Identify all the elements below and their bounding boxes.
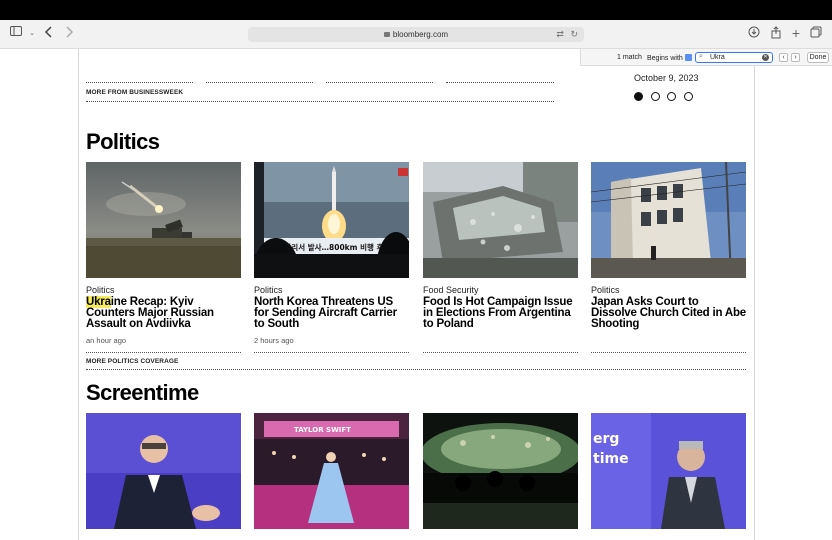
divider [326, 82, 433, 83]
find-query: Ukra [710, 54, 725, 61]
article-image[interactable]: erg time [591, 413, 746, 529]
divider [423, 352, 578, 353]
find-bar: 1 match Begins with ⌕ Ukra ✕ ‹ › Done [580, 49, 832, 66]
next-match-button[interactable]: › [791, 53, 800, 62]
article-headline[interactable]: Japan Asks Court to Dissolve Church Cite… [591, 296, 747, 330]
divider [591, 352, 746, 353]
browser-toolbar: ⌄ bloomberg.com ⇄ ↻ + [0, 20, 832, 49]
carousel-dot[interactable] [634, 92, 643, 101]
article-image[interactable] [86, 413, 241, 529]
divider [86, 369, 746, 370]
divider [206, 82, 313, 83]
article-image[interactable] [423, 162, 578, 278]
article-timestamp: an hour ago [86, 336, 127, 345]
article-kicker[interactable]: Politics [254, 285, 283, 295]
article-kicker[interactable]: Politics [86, 285, 115, 295]
chevron-down-icon [684, 54, 692, 61]
article-timestamp: 2 hours ago [254, 336, 294, 345]
page-frame-right [754, 49, 755, 540]
carousel-dot[interactable] [651, 92, 660, 101]
more-politics-coverage-link[interactable]: MORE POLITICS COVERAGE [86, 358, 179, 365]
article-image[interactable]: 북 동창리서 발사…800km 비행 후 추 [254, 162, 409, 278]
article-headline[interactable]: North Korea Threatens US for Sending Air… [254, 296, 410, 330]
menu-strip [0, 0, 832, 20]
tabs-overview-icon[interactable] [810, 26, 822, 42]
section-title-politics[interactable]: Politics [86, 129, 160, 155]
article-headline[interactable]: Food Is Hot Campaign Issue in Elections … [423, 296, 579, 330]
more-from-businessweek-link[interactable]: MORE FROM BUSINESSWEEK [86, 89, 183, 96]
carousel-dot[interactable] [667, 92, 676, 101]
downloads-icon[interactable] [748, 26, 762, 42]
translate-icon[interactable]: ⇄ [556, 29, 564, 39]
backdrop-text: time [593, 451, 629, 467]
divider [86, 101, 554, 102]
theatre-sign-text: TAYLOR SWIFT [294, 426, 351, 434]
url-text: bloomberg.com [392, 30, 449, 39]
match-mode-select[interactable]: Begins with [647, 54, 692, 62]
done-button[interactable]: Done [807, 52, 829, 63]
match-count: 1 match [617, 54, 642, 61]
reload-icon[interactable]: ↻ [570, 29, 578, 39]
article-kicker[interactable]: Food Security [423, 285, 479, 295]
previous-match-button[interactable]: ‹ [779, 53, 788, 62]
share-icon[interactable] [770, 26, 782, 42]
back-icon[interactable] [44, 26, 56, 42]
divider [446, 82, 554, 83]
article-kicker[interactable]: Politics [591, 285, 620, 295]
article-kicker[interactable] [86, 535, 89, 540]
address-bar[interactable]: bloomberg.com ⇄ ↻ [248, 27, 584, 42]
search-icon: ⌕ [699, 53, 703, 60]
article-headline[interactable]: Ukraine Recap: Kyiv Counters Major Russi… [86, 296, 242, 330]
web-page: MORE FROM BUSINESSWEEK October 9, 2023 P… [0, 49, 832, 540]
new-tab-icon[interactable]: + [790, 26, 802, 42]
article-image[interactable] [423, 413, 578, 529]
divider [86, 82, 193, 83]
clear-icon[interactable]: ✕ [762, 54, 769, 61]
page-frame-left [78, 49, 79, 540]
section-title-screentime[interactable]: Screentime [86, 380, 199, 406]
sidebar-toggle-icon[interactable] [10, 26, 24, 42]
find-input[interactable]: ⌕ Ukra ✕ [695, 52, 773, 63]
forward-icon[interactable] [64, 26, 76, 42]
carousel-dot[interactable] [684, 92, 693, 101]
lock-icon [383, 32, 390, 37]
divider [86, 352, 241, 353]
article-image[interactable] [86, 162, 241, 278]
chevron-down-icon[interactable]: ⌄ [28, 26, 36, 42]
article-image[interactable] [591, 162, 746, 278]
article-image[interactable]: TAYLOR SWIFT [254, 413, 409, 529]
date-label: October 9, 2023 [634, 73, 699, 83]
divider [254, 352, 409, 353]
backdrop-text: erg [593, 431, 619, 447]
